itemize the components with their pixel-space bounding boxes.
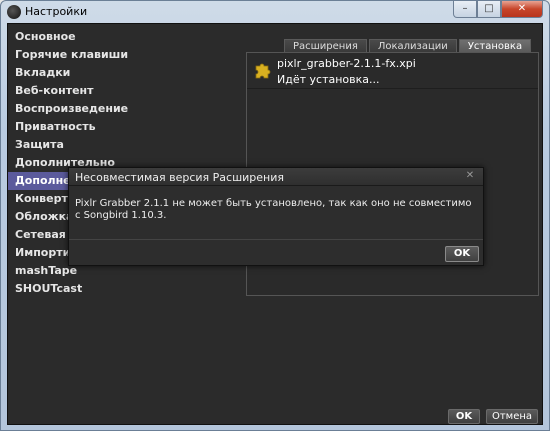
title-bar[interactable]: Настройки – □ ✕ <box>1 1 549 23</box>
settings-window: Настройки – □ ✕ Основное Горячие клавиши В… <box>0 0 550 431</box>
window-title: Настройки <box>25 5 88 18</box>
sidebar-item[interactable]: Горячие клавиши <box>8 46 238 64</box>
sidebar-item[interactable]: Веб-контент <box>8 82 238 100</box>
dialog-ok-button[interactable]: OK <box>445 246 479 262</box>
install-file-name: pixlr_grabber-2.1.1-fx.xpi <box>277 57 416 70</box>
app-icon <box>7 5 21 19</box>
install-status: Идёт установка... <box>277 73 380 86</box>
dialog-title: Несовместимая версия Расширения <box>75 171 285 184</box>
cancel-button[interactable]: Отмена <box>486 409 538 424</box>
close-button[interactable]: ✕ <box>501 1 543 18</box>
ok-button[interactable]: OK <box>448 409 480 424</box>
puzzle-piece-icon <box>255 63 271 79</box>
dialog-divider <box>69 239 483 240</box>
tab[interactable]: Расширения <box>284 39 367 53</box>
sidebar-item[interactable]: Защита <box>8 136 238 154</box>
window-controls: – □ ✕ <box>453 1 543 18</box>
install-list-item[interactable]: pixlr_grabber-2.1.1-fx.xpi Идёт установк… <box>247 55 538 89</box>
sidebar-item[interactable]: Воспроизведение <box>8 100 238 118</box>
dialog-title-bar[interactable]: Несовместимая версия Расширения ✕ <box>69 168 483 186</box>
dialog-close-icon[interactable]: ✕ <box>461 170 479 183</box>
incompatible-extension-dialog: Несовместимая версия Расширения ✕ Pixlr … <box>68 167 484 266</box>
sidebar-item[interactable]: Вкладки <box>8 64 238 82</box>
sidebar-item[interactable]: Приватность <box>8 118 238 136</box>
sidebar-item[interactable]: SHOUTcast <box>8 280 238 298</box>
maximize-button[interactable]: □ <box>477 1 501 18</box>
tab[interactable]: Локализации <box>368 39 457 53</box>
tab-bar: Расширения Локализации Установка <box>284 39 533 53</box>
minimize-button[interactable]: – <box>453 1 477 18</box>
tab[interactable]: Установка <box>458 39 532 53</box>
dialog-message: Pixlr Grabber 2.1.1 не может быть устано… <box>75 198 472 221</box>
sidebar-item[interactable]: Основное <box>8 28 238 46</box>
